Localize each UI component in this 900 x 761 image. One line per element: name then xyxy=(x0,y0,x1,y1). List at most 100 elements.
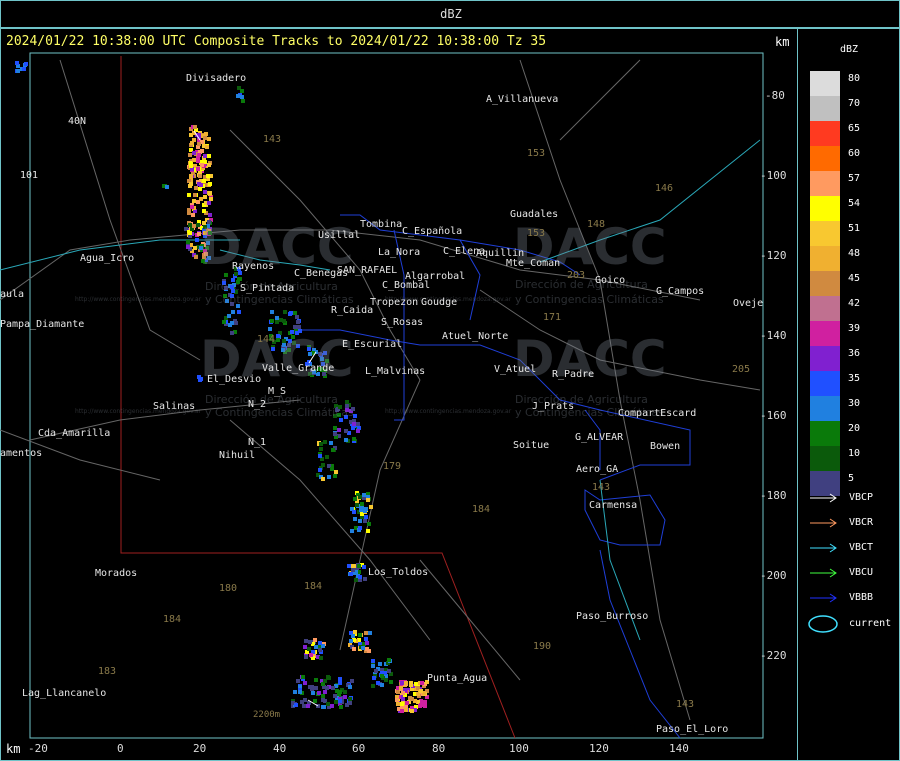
echo-cell xyxy=(400,702,404,706)
place-label: Usillal xyxy=(318,230,361,241)
place-label: Divisadero xyxy=(186,73,247,84)
place-label: Paso_El_Loro xyxy=(656,724,729,735)
echo-cell xyxy=(317,691,321,695)
echo-cell xyxy=(356,422,360,426)
echo-cell xyxy=(198,174,202,178)
legend-title: dBZ xyxy=(840,44,859,55)
place-label: Cda_Amarilla xyxy=(38,428,111,439)
track-arrow-icon xyxy=(810,568,837,578)
place-label: Tropezon xyxy=(370,297,419,308)
elevation-label: 2200m xyxy=(253,710,281,720)
echo-cell xyxy=(380,683,384,687)
echo-cell xyxy=(395,698,399,702)
echo-cell xyxy=(380,674,384,678)
place-label: CompartEscard xyxy=(618,408,697,419)
legend-swatch-label: 5 xyxy=(848,473,855,484)
track-label: VBBB xyxy=(849,592,874,603)
place-label: Goico xyxy=(595,275,626,286)
legend-swatch-label: 70 xyxy=(848,98,861,109)
place-label: L_Malvinas xyxy=(365,366,426,377)
echo-cell xyxy=(399,686,403,690)
echo-cell xyxy=(329,441,333,445)
echo-cell xyxy=(194,186,198,190)
route-number: 184 xyxy=(304,581,323,592)
route-number: 171 xyxy=(543,312,562,323)
current-marker-icon xyxy=(808,615,838,633)
legend-swatch-label: 30 xyxy=(848,398,861,409)
echo-cell xyxy=(376,681,380,685)
echo-cell xyxy=(319,442,323,446)
place-label: aula xyxy=(0,289,25,300)
echo-cell xyxy=(200,149,204,153)
echo-cell xyxy=(364,515,368,519)
x-tick: 140 xyxy=(669,742,689,755)
echo-cell xyxy=(369,505,373,509)
echo-cell xyxy=(353,517,357,521)
rivers xyxy=(0,139,761,641)
echo-cell xyxy=(294,703,298,707)
echo-cell xyxy=(188,223,192,227)
echo-cell xyxy=(325,686,329,690)
track-label: VBCP xyxy=(849,492,874,503)
echo-cell xyxy=(207,154,211,158)
echo-cell xyxy=(188,231,192,235)
y-tick: -160 xyxy=(760,409,787,422)
track-arrow-icon xyxy=(810,543,837,553)
place-label: V_Atuel xyxy=(494,364,537,375)
echo-cell xyxy=(323,440,327,444)
echo-cell xyxy=(307,647,311,651)
echo-cell xyxy=(207,137,211,141)
echo-cell xyxy=(358,633,362,637)
echo-cell xyxy=(361,646,365,650)
echo-cell xyxy=(203,190,207,194)
echo-cell xyxy=(293,325,297,329)
echo-cell xyxy=(338,677,342,681)
place-label: Valle_Grande xyxy=(262,363,335,374)
echo-cell xyxy=(343,695,347,699)
echo-cell xyxy=(387,669,391,673)
place-label: Guadales xyxy=(510,209,559,220)
legend-swatch xyxy=(810,221,840,246)
echo-cell xyxy=(344,429,348,433)
echo-cell xyxy=(350,679,354,683)
echo-cell xyxy=(304,655,308,659)
y-tick: -100 xyxy=(760,169,787,182)
echo-cell xyxy=(423,700,427,704)
place-label: J_Prats xyxy=(532,401,575,412)
legend-swatch xyxy=(810,121,840,146)
echo-cell xyxy=(358,575,362,579)
watermark-url-4: http://www.contingencias.mendoza.gov.ar xyxy=(385,408,512,415)
echo-cell xyxy=(364,631,368,635)
legend-swatch xyxy=(810,171,840,196)
place-label: Soitue xyxy=(513,440,550,451)
echo-cell xyxy=(349,639,353,643)
echo-cell xyxy=(355,503,359,507)
echo-cell xyxy=(420,681,424,685)
legend-swatch xyxy=(810,246,840,271)
echo-cell xyxy=(318,468,322,472)
echo-cell xyxy=(206,174,210,178)
echo-cell xyxy=(270,319,274,323)
track-label: VBCU xyxy=(849,567,874,578)
echo-cell xyxy=(333,694,337,698)
echo-cell xyxy=(364,637,368,641)
place-label: Paso_Burroso xyxy=(576,611,649,622)
plot-frame xyxy=(29,52,764,739)
echo-cell xyxy=(323,679,327,683)
track-arrow-icon xyxy=(810,518,837,528)
place-label: Los_Toldos xyxy=(368,567,429,578)
echo-cell xyxy=(389,680,393,684)
echo-cell xyxy=(404,681,408,685)
echo-cell xyxy=(327,475,331,479)
echo-cell xyxy=(208,191,212,195)
echo-cell xyxy=(330,704,334,708)
echo-cell xyxy=(348,701,352,705)
echo-cell xyxy=(203,195,207,199)
x-tick: 20 xyxy=(193,742,207,755)
track-arrow-icon xyxy=(810,493,837,503)
echo-cell xyxy=(349,572,353,576)
echo-cell xyxy=(352,422,356,426)
echo-cell xyxy=(419,703,423,707)
echo-cell xyxy=(368,631,372,635)
place-label: Aero_GA xyxy=(576,464,619,475)
